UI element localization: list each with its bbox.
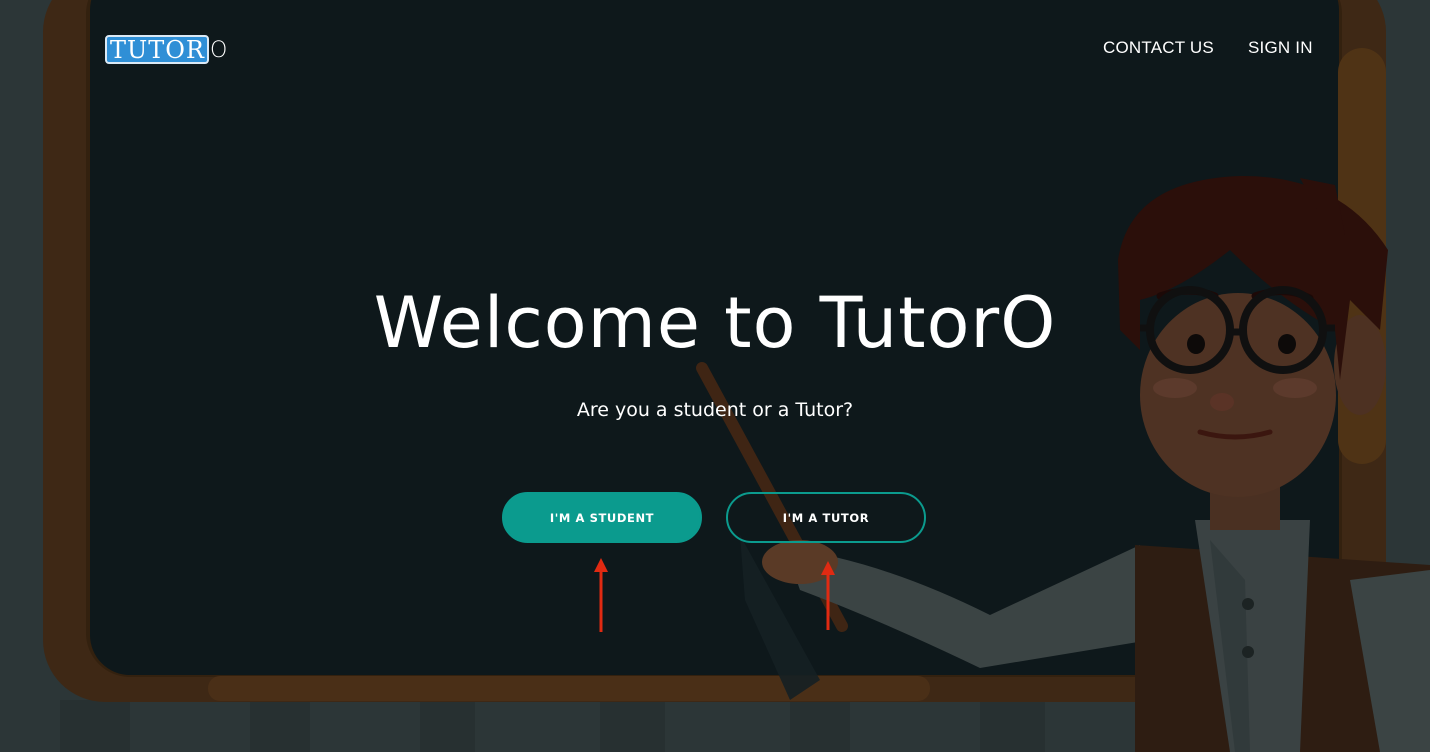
sign-in-link[interactable]: SIGN IN (1248, 38, 1313, 58)
teacher-illustration (0, 0, 1430, 752)
student-button[interactable]: I'M A STUDENT (502, 492, 702, 543)
logo-tail-text: O (210, 38, 228, 63)
tutor-button-label: I'M A TUTOR (782, 510, 870, 525)
student-button-label: I'M A STUDENT (549, 510, 655, 525)
contact-us-link[interactable]: CONTACT US (1103, 38, 1214, 58)
top-navigation: TUTOR O CONTACT US SIGN IN (0, 0, 1430, 100)
hero-subtitle: Are you a student or a Tutor? (576, 399, 854, 421)
tutor-button[interactable]: I'M A TUTOR (726, 492, 926, 543)
hero-title: Welcome to TutorO (373, 282, 1057, 364)
logo-boxed-text: TUTOR (105, 35, 209, 64)
tutoro-logo[interactable]: TUTOR O (105, 34, 227, 64)
